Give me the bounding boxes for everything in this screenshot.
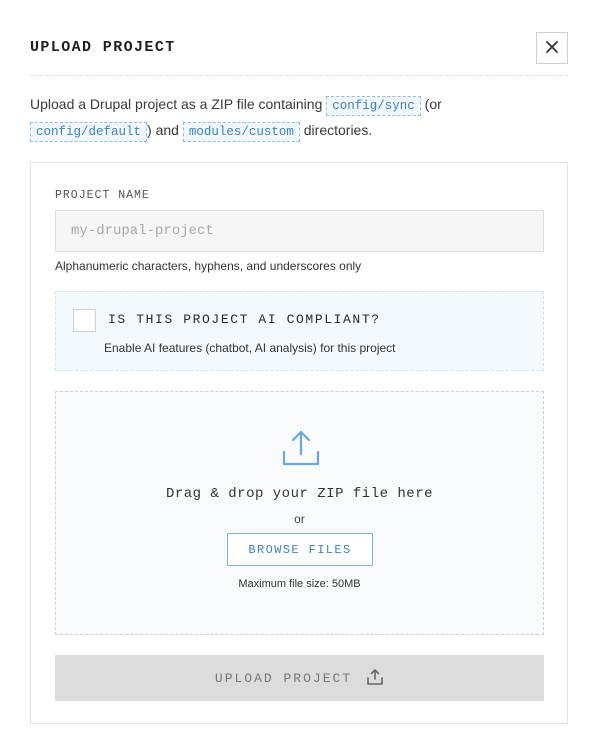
ai-compliant-checkbox[interactable] <box>73 309 96 332</box>
browse-files-button[interactable]: BROWSE FILES <box>227 533 373 566</box>
ai-compliant-title: IS THIS PROJECT AI COMPLIANT? <box>108 312 381 327</box>
close-button[interactable] <box>536 32 568 64</box>
upload-icon <box>366 668 384 689</box>
close-icon <box>545 40 559 57</box>
max-file-size-note: Maximum file size: 50MB <box>238 578 361 590</box>
upload-icon <box>280 428 322 470</box>
modal-title: UPLOAD PROJECT <box>30 39 176 56</box>
drop-zone-or: or <box>294 512 305 526</box>
code-modules-custom: modules/custom <box>182 122 300 142</box>
project-name-input[interactable] <box>55 210 544 252</box>
ai-compliant-section: IS THIS PROJECT AI COMPLIANT? Enable AI … <box>55 291 544 371</box>
code-config-sync: config/sync <box>326 96 421 116</box>
intro-text: Upload a Drupal project as a ZIP file co… <box>30 92 570 144</box>
modal-header: UPLOAD PROJECT <box>30 30 568 76</box>
upload-form-card: PROJECT NAME Alphanumeric characters, hy… <box>30 162 568 724</box>
code-config-default: config/default <box>30 122 148 142</box>
upload-project-button-label: UPLOAD PROJECT <box>214 670 353 686</box>
ai-compliant-description: Enable AI features (chatbot, AI analysis… <box>104 341 396 355</box>
file-drop-zone[interactable]: Drag & drop your ZIP file here or BROWSE… <box>55 391 544 635</box>
project-name-label: PROJECT NAME <box>55 189 150 202</box>
upload-project-button[interactable]: UPLOAD PROJECT <box>55 655 544 701</box>
drop-zone-text: Drag & drop your ZIP file here <box>165 486 434 502</box>
upload-project-modal: UPLOAD PROJECT Upload a Drupal project a… <box>0 0 600 756</box>
project-name-hint: Alphanumeric characters, hyphens, and un… <box>55 259 362 273</box>
